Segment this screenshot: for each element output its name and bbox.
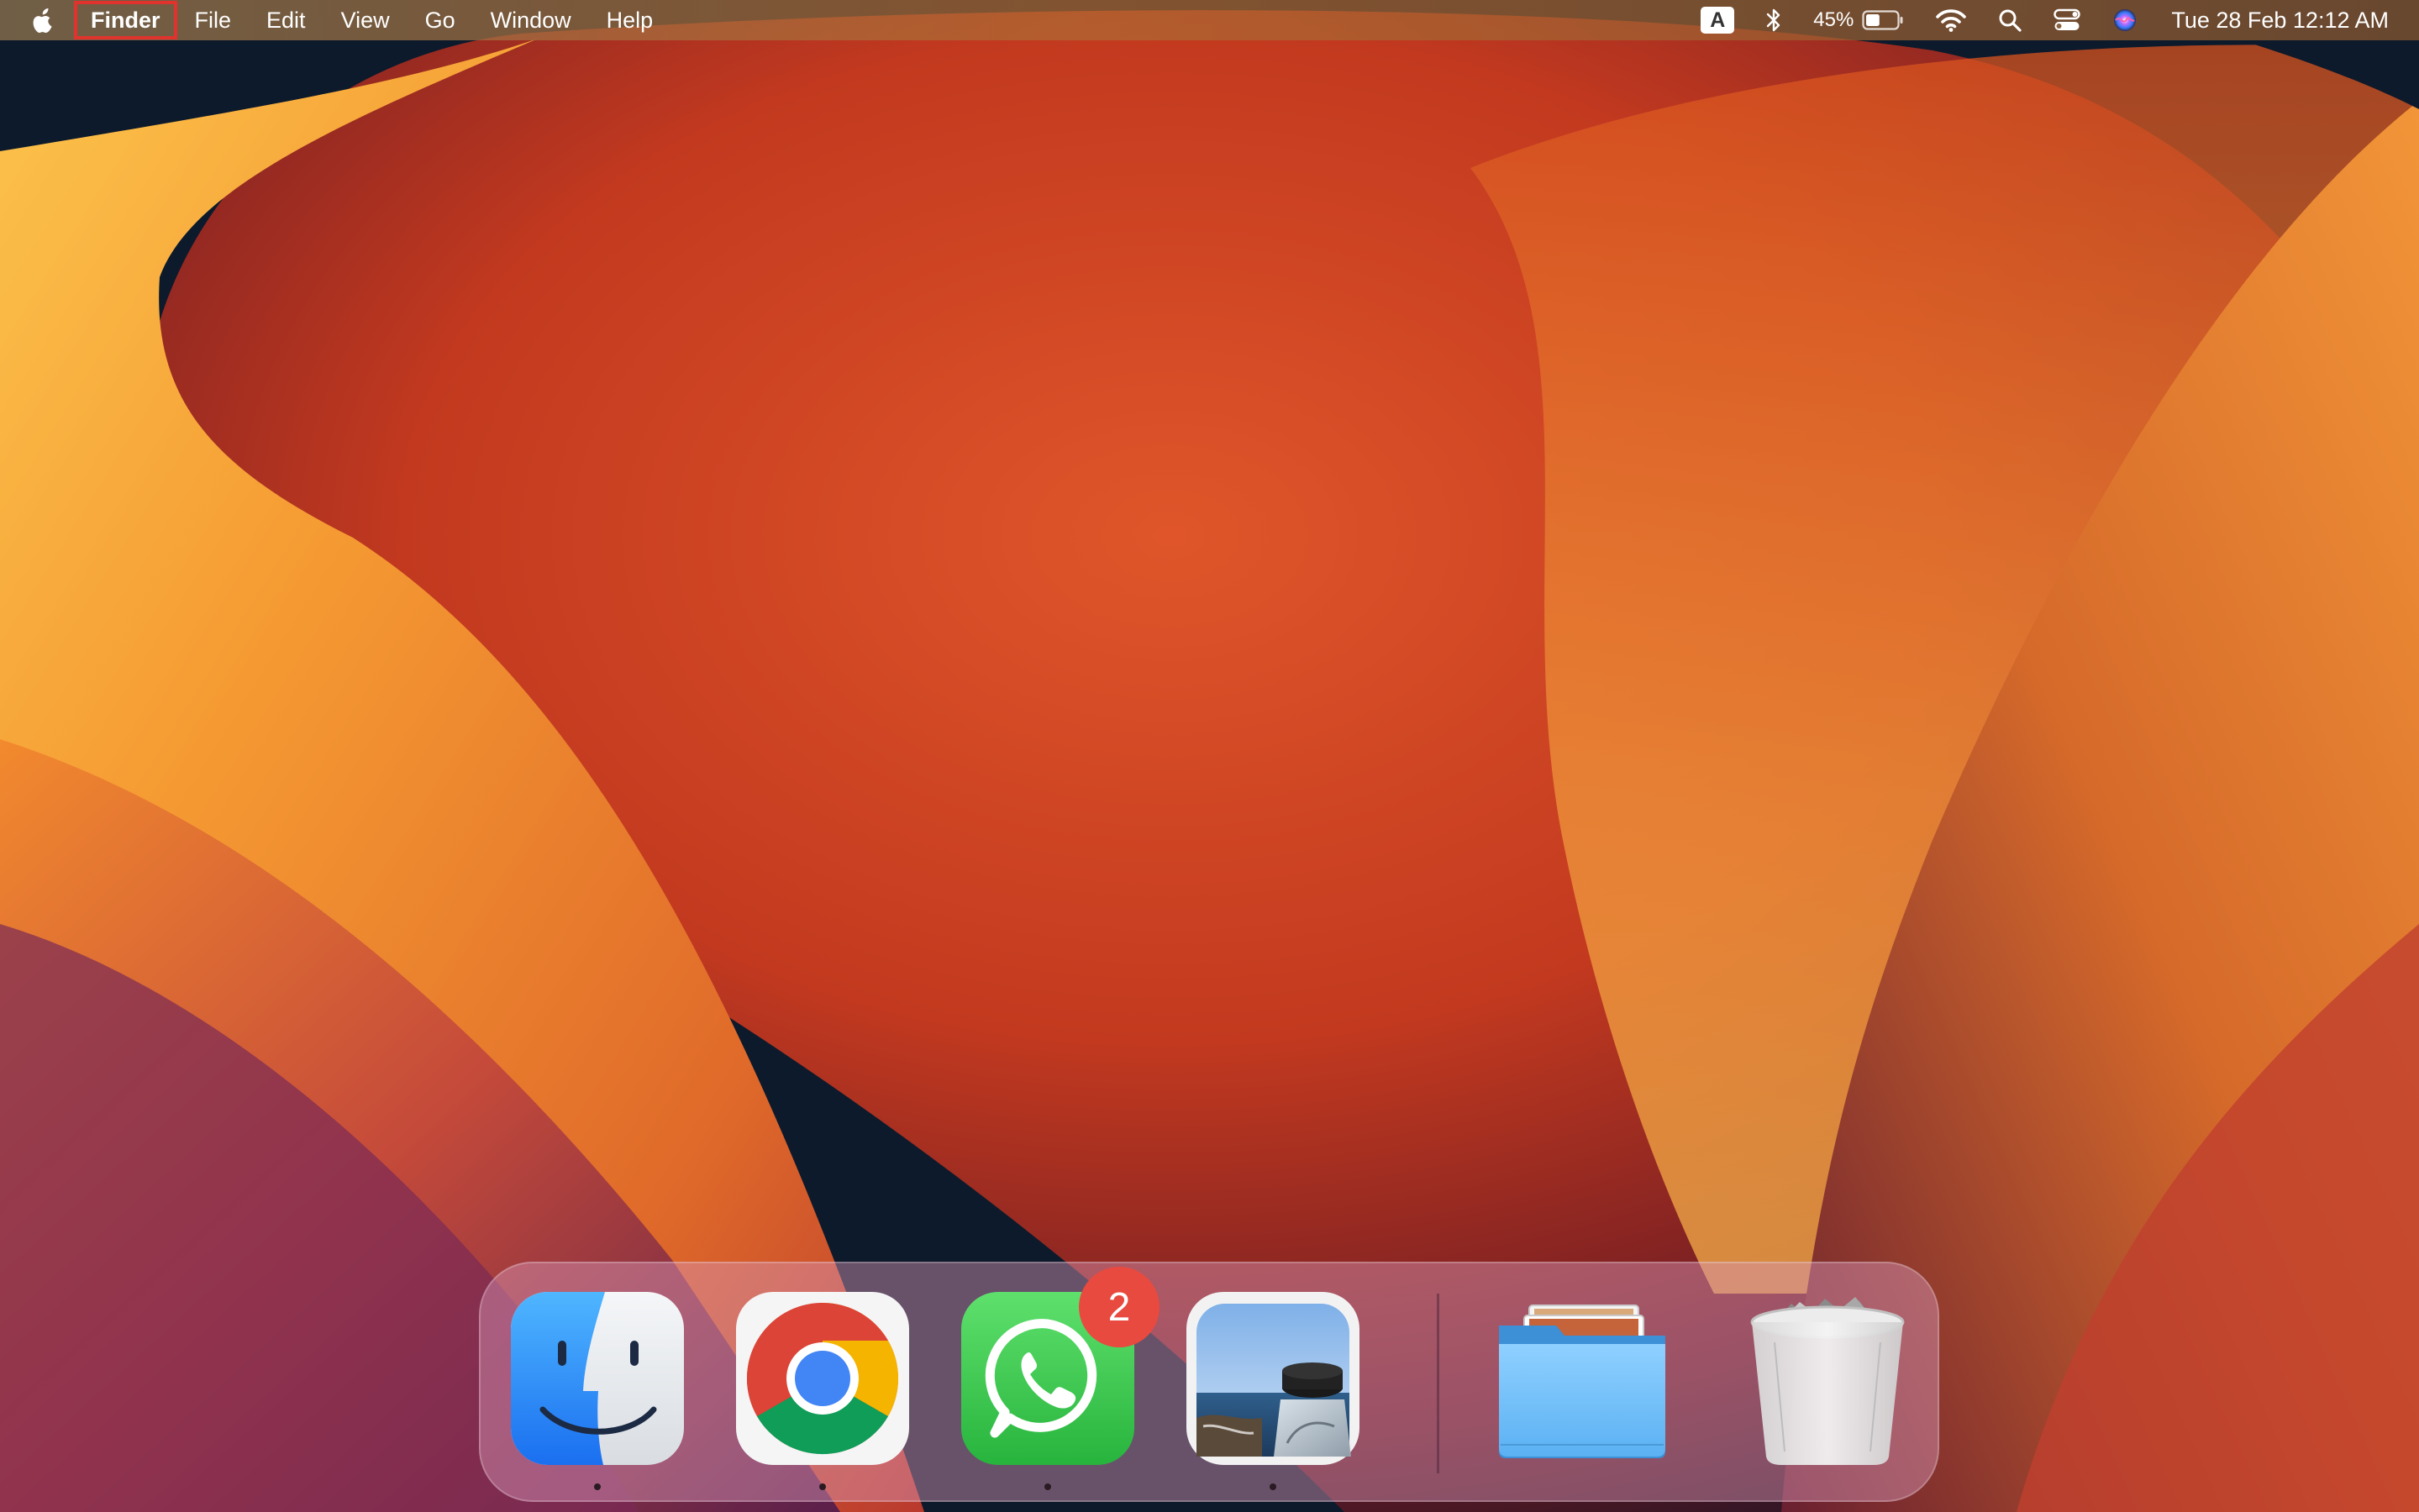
dock-app-preview[interactable]	[1186, 1292, 1359, 1490]
chrome-icon	[736, 1292, 909, 1465]
dock-stack-folder[interactable]	[1496, 1292, 1669, 1465]
search-icon[interactable]	[1998, 0, 2022, 40]
dock-app-finder[interactable]	[511, 1292, 684, 1490]
menu-app-name-finder[interactable]: Finder	[74, 1, 177, 39]
dock-app-chrome[interactable]	[736, 1292, 909, 1490]
battery-icon	[1862, 10, 1903, 30]
menu-window[interactable]: Window	[473, 0, 589, 40]
status-menus: A 45% Tue 28 Feb 12:12 AM	[1669, 0, 2389, 40]
input-source-menu[interactable]: A	[1701, 0, 1735, 40]
finder-icon	[511, 1292, 684, 1465]
trash-icon	[1750, 1297, 1905, 1465]
running-indicator	[594, 1483, 601, 1490]
menu-bar-left: Finder File Edit View Go Window Help	[0, 0, 670, 40]
menu-edit[interactable]: Edit	[249, 0, 323, 40]
battery-menu[interactable]: 45%	[1813, 0, 1904, 40]
running-indicator	[1044, 1483, 1051, 1490]
menu-go[interactable]: Go	[408, 0, 473, 40]
running-indicator	[1270, 1483, 1276, 1490]
siri-icon[interactable]	[2112, 0, 2138, 40]
wifi-icon[interactable]	[1936, 0, 1967, 40]
dock-app-whatsapp[interactable]: 2	[961, 1267, 1160, 1490]
dock-separator	[1437, 1294, 1439, 1473]
control-center-icon[interactable]	[2054, 0, 2081, 40]
dock-trash[interactable]	[1741, 1292, 1914, 1465]
preview-icon	[1186, 1292, 1359, 1465]
notification-badge: 2	[1079, 1267, 1160, 1347]
input-source-label: A	[1701, 7, 1735, 34]
battery-level-fill	[1866, 14, 1880, 26]
menu-file[interactable]: File	[177, 0, 250, 40]
stack-folder-icon	[1499, 1305, 1665, 1458]
menu-bar-clock[interactable]: Tue 28 Feb 12:12 AM	[2171, 8, 2389, 34]
menu-help[interactable]: Help	[589, 0, 671, 40]
dock: 2	[479, 1262, 1939, 1502]
bluetooth-icon[interactable]	[1766, 0, 1781, 40]
menu-view[interactable]: View	[323, 0, 408, 40]
running-indicator	[819, 1483, 826, 1490]
menu-bar: Finder File Edit View Go Window Help A 4…	[0, 0, 2419, 40]
battery-percent: 45%	[1813, 8, 1854, 31]
desktop: Finder File Edit View Go Window Help A 4…	[0, 0, 2419, 1512]
